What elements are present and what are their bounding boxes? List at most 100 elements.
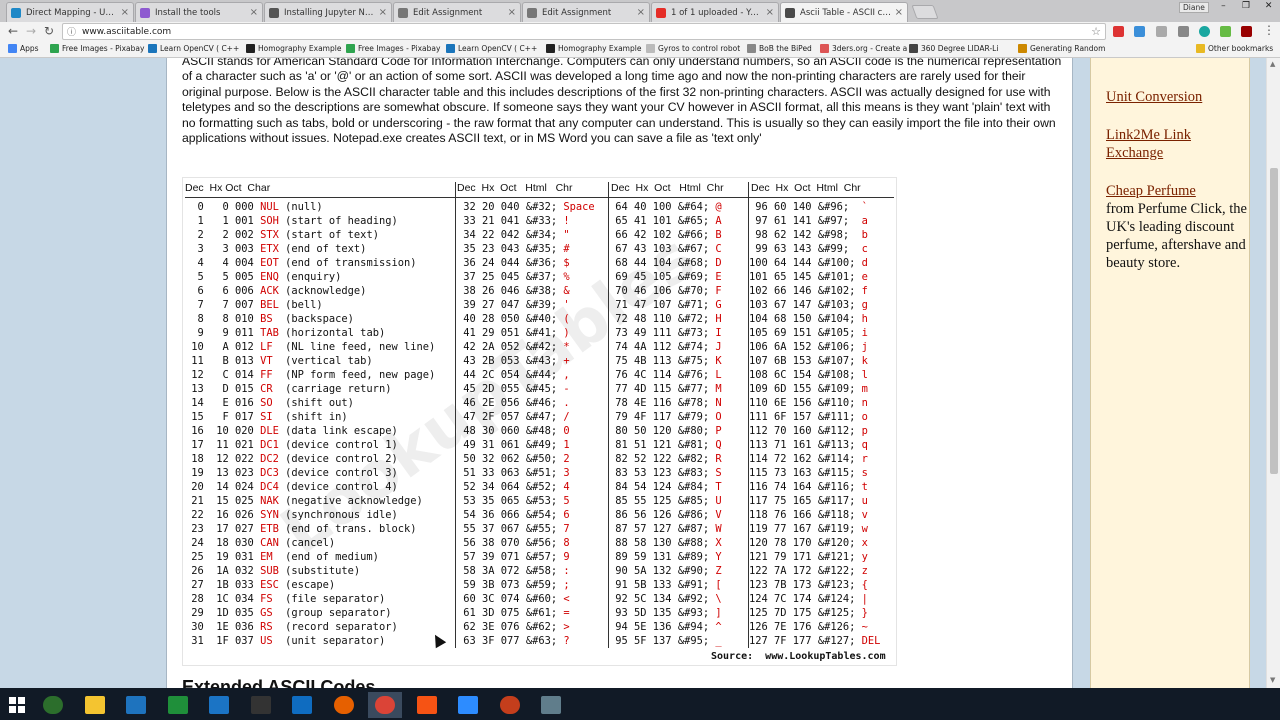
tab-close-icon[interactable]: × <box>637 7 645 18</box>
bookmark-item[interactable]: Homography Example <box>246 44 341 53</box>
char-glyph: ~ <box>861 621 868 633</box>
bookmark-star-icon[interactable]: ☆ <box>1091 25 1101 38</box>
bookmark-item[interactable]: 360 Degree LIDAR-Li <box>909 44 998 53</box>
table-row: 19 13 023 DC3 (device control 3) <box>185 466 435 480</box>
file-explorer-icon[interactable] <box>78 692 112 718</box>
char-glyph: g <box>861 299 868 311</box>
tab-close-icon[interactable]: × <box>379 7 387 18</box>
codes: 47 2F 057 &#47; <box>457 411 564 423</box>
char-glyph: ^ <box>715 621 722 633</box>
address-bar[interactable]: ⓘ www.asciitable.com ☆ <box>62 23 1106 40</box>
table-row: 27 1B 033 ESC (escape) <box>185 578 435 592</box>
extension-cloud-icon[interactable] <box>1134 26 1145 37</box>
char-abbr: FF <box>260 369 273 381</box>
menu-icon[interactable]: ⋮ <box>1263 23 1275 37</box>
powerpoint-icon[interactable] <box>493 692 527 718</box>
edge-icon[interactable] <box>202 692 236 718</box>
codes: 1 1 001 <box>185 215 261 227</box>
table-row: 9 9 011 TAB (horizontal tab) <box>185 326 435 340</box>
char-glyph: , <box>563 369 570 381</box>
reload-icon[interactable]: ↻ <box>44 24 54 38</box>
scrollbar-thumb[interactable] <box>1270 168 1278 474</box>
maximize-icon[interactable]: ❐ <box>1235 0 1258 14</box>
browser-tab[interactable]: Direct Mapping - Udacity× <box>6 2 134 22</box>
table-row: 106 6A 152 &#106; j <box>749 340 880 354</box>
browser-tab[interactable]: Ascii Table - ASCII character× <box>780 2 908 22</box>
tab-close-icon[interactable]: × <box>766 7 774 18</box>
chrome-icon[interactable] <box>368 692 402 718</box>
char-glyph: J <box>715 341 722 353</box>
bookmark-item[interactable]: Free Images - Pixabay <box>50 44 144 53</box>
cheap-perfume-link[interactable]: Cheap Perfume <box>1106 182 1249 200</box>
codes: 7 7 007 <box>185 299 261 311</box>
excel-icon[interactable] <box>161 692 195 718</box>
close-window-icon[interactable]: ✕ <box>1257 0 1280 14</box>
windows-start-icon[interactable] <box>9 697 25 713</box>
extension-cast-icon[interactable] <box>1178 26 1189 37</box>
table-row: 38 26 046 &#38; & <box>457 284 595 298</box>
codes: 74 4A 112 &#74; <box>609 341 716 353</box>
unit-conversion-link[interactable]: Unit Conversion <box>1106 88 1249 106</box>
codes: 92 5C 134 &#92; <box>609 593 716 605</box>
bookmark-item[interactable]: Generating Random <box>1018 44 1105 53</box>
bookmark-item[interactable]: Learn OpenCV ( C++ <box>148 44 239 53</box>
browser-tab[interactable]: 1 of 1 uploaded - YouTube× <box>651 2 779 22</box>
windows-logo-icon[interactable] <box>410 692 444 718</box>
char-glyph: y <box>861 551 868 563</box>
codes: 45 2D 055 &#45; <box>457 383 564 395</box>
forward-icon[interactable]: → <box>26 24 36 38</box>
outlook-icon[interactable] <box>285 692 319 718</box>
char-abbr: ETB <box>260 523 279 535</box>
extension-teal-icon[interactable] <box>1199 26 1210 37</box>
computer-icon[interactable] <box>119 692 153 718</box>
table-row: 8 8 010 BS (backspace) <box>185 312 435 326</box>
scroll-down-icon[interactable]: ▼ <box>1270 676 1275 684</box>
profile-button[interactable]: Diane <box>1179 2 1209 13</box>
tab-close-icon[interactable]: × <box>508 7 516 18</box>
browser-tab[interactable]: Edit Assignment × <box>522 2 650 22</box>
extension-green-icon[interactable] <box>1220 26 1231 37</box>
tab-close-icon[interactable]: × <box>250 7 258 18</box>
bookmark-label: BoB the BiPed <box>759 44 812 53</box>
minimize-icon[interactable]: – <box>1212 0 1235 14</box>
browser-tab[interactable]: Edit Assignment × <box>393 2 521 22</box>
zoom-icon[interactable] <box>451 692 485 718</box>
firefox-icon[interactable] <box>327 692 361 718</box>
codes: 10 A 012 <box>185 341 261 353</box>
char-glyph: P <box>715 425 722 437</box>
char-glyph: @ <box>715 201 722 213</box>
tab-close-icon[interactable]: × <box>121 7 129 18</box>
bookmark-item[interactable]: Gyros to control robot <box>646 44 740 53</box>
page-info-icon[interactable]: ⓘ <box>67 25 76 38</box>
table-row: 85 55 125 &#85; U <box>609 494 721 508</box>
page-scrollbar[interactable]: ▲ ▼ <box>1266 58 1280 688</box>
back-icon[interactable]: ← <box>8 24 18 38</box>
char-glyph: h <box>861 313 868 325</box>
app-green-icon[interactable] <box>36 692 70 718</box>
browser-tab[interactable]: Installing Jupyter Notebook× <box>264 2 392 22</box>
tab-close-icon[interactable]: × <box>895 7 903 18</box>
link2me-link[interactable]: Link2Me Link Exchange <box>1106 126 1249 162</box>
browser-tab[interactable]: Install the tools × <box>135 2 263 22</box>
char-glyph: b <box>861 229 868 241</box>
new-tab-button[interactable] <box>911 5 939 19</box>
bookmark-item[interactable]: Free Images - Pixabay <box>346 44 440 53</box>
bookmark-item[interactable]: Learn OpenCV ( C++ <box>446 44 537 53</box>
other-bookmarks-folder[interactable]: Other bookmarks <box>1196 44 1273 53</box>
codes: 2 2 002 <box>185 229 261 241</box>
bookmark-item[interactable]: 3ders.org - Create a 3 <box>820 44 914 53</box>
extension-acrobat-icon[interactable] <box>1241 26 1252 37</box>
codes: 51 33 063 &#51; <box>457 467 564 479</box>
char-glyph: * <box>563 341 570 353</box>
extension-gray-icon[interactable] <box>1156 26 1167 37</box>
bookmark-item[interactable]: BoB the BiPed <box>747 44 812 53</box>
bookmark-favicon-icon <box>50 44 59 53</box>
char-description: (null) <box>278 201 323 213</box>
apps-bookmark[interactable]: Apps <box>8 44 39 53</box>
char-abbr: SOH <box>260 215 279 227</box>
window-icon[interactable] <box>534 692 568 718</box>
scroll-up-icon[interactable]: ▲ <box>1270 60 1275 68</box>
extension-red-icon[interactable] <box>1113 26 1124 37</box>
terminal-icon[interactable] <box>244 692 278 718</box>
bookmark-item[interactable]: Homography Example <box>546 44 641 53</box>
